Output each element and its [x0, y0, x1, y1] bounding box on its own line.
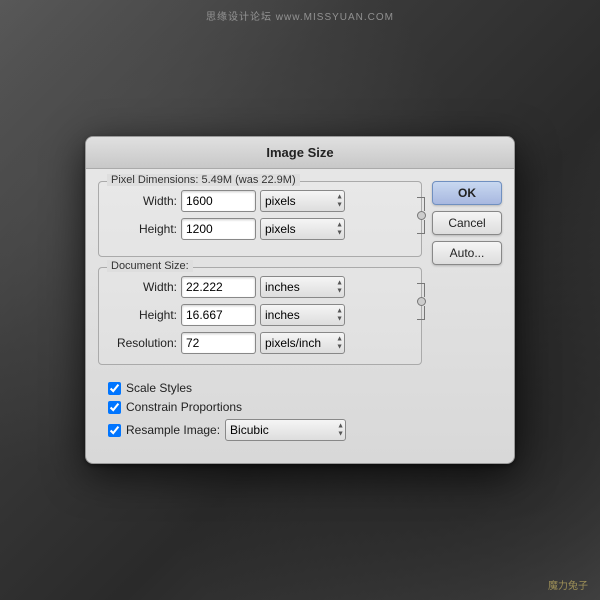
- constrain-row: Constrain Proportions: [108, 400, 412, 414]
- pixel-dimensions-group: Pixel Dimensions: 5.49M (was 22.9M) Widt…: [98, 181, 422, 257]
- document-size-group: Document Size: Width: inches cm mm point…: [98, 267, 422, 365]
- pixel-height-input[interactable]: [181, 218, 256, 240]
- doc-width-row: Width: inches cm mm points picas columns: [109, 276, 411, 298]
- scale-styles-row: Scale Styles: [108, 381, 412, 395]
- pixel-width-unit-select[interactable]: pixels percent: [260, 190, 345, 212]
- constrain-proportions-checkbox[interactable]: [108, 401, 121, 414]
- pixel-height-label: Height:: [109, 222, 177, 236]
- pixel-rows: Width: pixels percent Height:: [109, 190, 411, 240]
- constrain-proportions-label[interactable]: Constrain Proportions: [126, 400, 242, 414]
- image-size-dialog: Image Size Pixel Dimensions: 5.49M (was …: [85, 136, 515, 464]
- resample-method-wrapper: Bicubic Bicubic Smoother Bicubic Sharper…: [225, 419, 346, 441]
- resolution-row: Resolution: pixels/inch pixels/cm: [109, 332, 411, 354]
- pixel-height-row: Height: pixels percent: [109, 218, 411, 240]
- pixel-width-label: Width:: [109, 194, 177, 208]
- doc-width-input[interactable]: [181, 276, 256, 298]
- doc-width-label: Width:: [109, 280, 177, 294]
- resolution-unit-wrapper: pixels/inch pixels/cm: [260, 332, 345, 354]
- checkboxes-section: Scale Styles Constrain Proportions Resam…: [98, 375, 422, 451]
- doc-link-bracket: [413, 276, 425, 326]
- resolution-label: Resolution:: [109, 336, 177, 350]
- document-size-label: Document Size:: [107, 260, 193, 272]
- resample-method-select[interactable]: Bicubic Bicubic Smoother Bicubic Sharper…: [225, 419, 346, 441]
- pixel-dimensions-label: Pixel Dimensions: 5.49M (was 22.9M): [107, 174, 300, 186]
- resample-image-checkbox[interactable]: [108, 424, 121, 437]
- doc-size-rows: Width: inches cm mm points picas columns: [109, 276, 411, 326]
- pixel-width-input[interactable]: [181, 190, 256, 212]
- doc-height-unit-wrapper: inches cm mm points picas columns: [260, 304, 345, 326]
- doc-height-input[interactable]: [181, 304, 256, 326]
- pixel-width-row: Width: pixels percent: [109, 190, 411, 212]
- doc-width-unit-wrapper: inches cm mm points picas columns: [260, 276, 345, 298]
- dialog-body: Pixel Dimensions: 5.49M (was 22.9M) Widt…: [86, 169, 514, 463]
- pixel-height-unit-wrapper: pixels percent: [260, 218, 345, 240]
- pixel-height-unit-select[interactable]: pixels percent: [260, 218, 345, 240]
- watermark-bottom: 魔力兔子: [548, 577, 588, 592]
- doc-height-row: Height: inches cm mm points picas column…: [109, 304, 411, 326]
- resolution-input[interactable]: [181, 332, 256, 354]
- doc-height-label: Height:: [109, 308, 177, 322]
- scale-styles-checkbox[interactable]: [108, 382, 121, 395]
- doc-width-unit-select[interactable]: inches cm mm points picas columns: [260, 276, 345, 298]
- ok-button[interactable]: OK: [432, 181, 502, 205]
- cancel-button[interactable]: Cancel: [432, 211, 502, 235]
- resolution-unit-select[interactable]: pixels/inch pixels/cm: [260, 332, 345, 354]
- dialog-buttons-panel: OK Cancel Auto...: [432, 181, 502, 451]
- doc-height-unit-select[interactable]: inches cm mm points picas columns: [260, 304, 345, 326]
- resample-row: Resample Image: Bicubic Bicubic Smoother…: [108, 419, 412, 441]
- resample-image-label[interactable]: Resample Image:: [126, 423, 220, 437]
- dialog-title: Image Size: [86, 137, 514, 169]
- dialog-left-panel: Pixel Dimensions: 5.49M (was 22.9M) Widt…: [98, 181, 422, 451]
- auto-button[interactable]: Auto...: [432, 241, 502, 265]
- watermark-top: 思缘设计论坛 www.MISSYUAN.COM: [206, 8, 394, 23]
- pixel-width-unit-wrapper: pixels percent: [260, 190, 345, 212]
- pixel-link-bracket: [413, 190, 425, 240]
- scale-styles-label[interactable]: Scale Styles: [126, 381, 192, 395]
